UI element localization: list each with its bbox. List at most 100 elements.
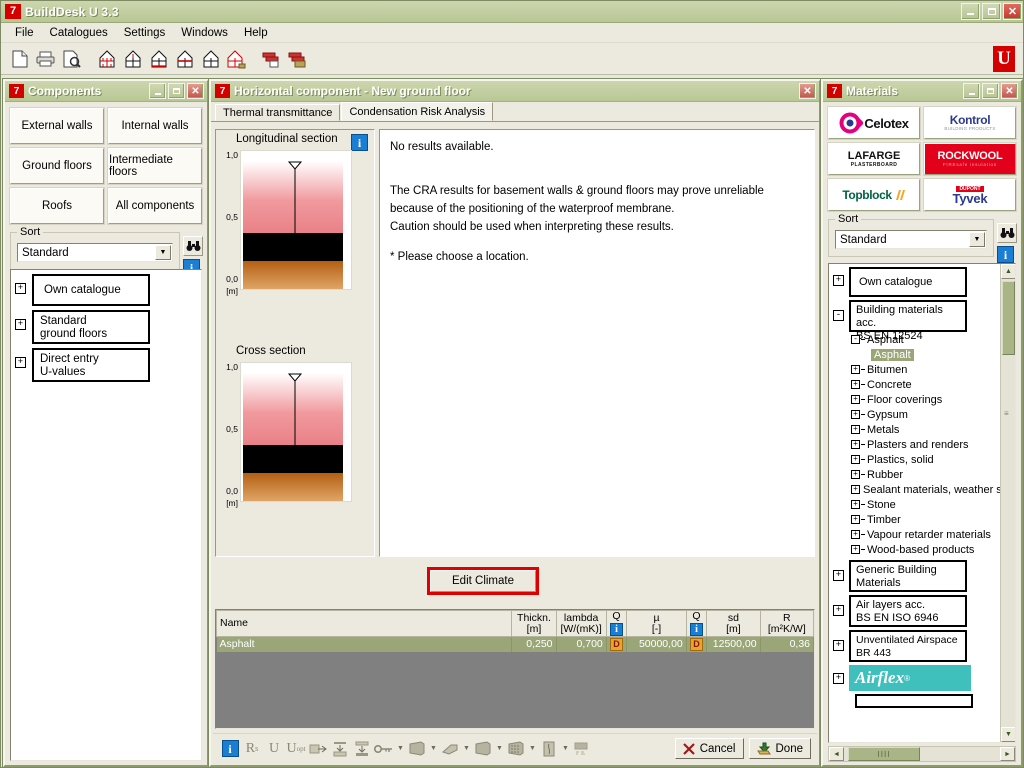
brand-lafarge-button[interactable]: LAFARGE PLASTERBOARD [828, 143, 920, 175]
expander-icon[interactable]: + [851, 425, 860, 434]
longitudinal-section-info-icon[interactable]: i [351, 134, 368, 151]
scroll-left-button[interactable]: ◄ [829, 747, 844, 761]
layer-block-icon[interactable] [472, 738, 494, 760]
ground-floor-icon[interactable] [146, 46, 172, 72]
col-r[interactable]: R [m²K/W] [759, 610, 814, 637]
cancel-button[interactable]: Cancel [674, 738, 744, 759]
components-close-button[interactable]: ✕ [187, 83, 204, 99]
expander-icon[interactable]: + [833, 605, 844, 616]
col-name[interactable]: Name [216, 610, 513, 637]
col-lambda[interactable]: lambda [W/(mK)] [555, 610, 607, 637]
expander-icon[interactable]: + [851, 530, 860, 539]
material-tree-item-own-catalogue[interactable]: + Own catalogue [829, 264, 1000, 297]
col-q1[interactable]: Q i [605, 610, 628, 637]
chevron-down-icon[interactable]: ▼ [969, 232, 985, 247]
intermediate-floors-button[interactable]: Intermediate floors [108, 148, 202, 184]
material-tree-item-air-layers[interactable]: + Air layers acc. BS EN ISO 6946 [829, 592, 1000, 627]
col-sd[interactable]: sd [m] [706, 610, 761, 637]
tree-item-own-catalogue[interactable]: + Own catalogue [11, 270, 201, 306]
key-icon[interactable] [373, 738, 395, 760]
uopt-icon[interactable]: Uopt [285, 738, 307, 760]
print-preview-icon[interactable] [59, 46, 85, 72]
materials-horizontal-scrollbar[interactable]: ◄ IIII ► [828, 746, 1016, 762]
components-maximize-button[interactable] [168, 83, 185, 99]
menu-item-windows[interactable]: Windows [173, 25, 236, 41]
materials-close-button[interactable]: ✕ [1001, 83, 1018, 99]
layer-perforated-icon[interactable] [505, 738, 527, 760]
expander-icon[interactable]: + [15, 319, 26, 330]
materials-tree[interactable]: + Own catalogue - Building materials acc… [828, 263, 1016, 743]
brand-topblock-button[interactable]: Topblock [828, 179, 920, 211]
internal-wall-icon[interactable] [120, 46, 146, 72]
layer-column-dropdown-icon[interactable]: ▼ [560, 738, 571, 760]
collapser-icon[interactable]: - [833, 310, 844, 321]
info-icon[interactable]: i [219, 738, 241, 760]
expander-icon[interactable]: + [851, 365, 860, 374]
materials-open-icon[interactable] [285, 46, 311, 72]
material-node-wood-based-products[interactable]: + Wood-based products [829, 542, 1000, 557]
internal-walls-button[interactable]: Internal walls [108, 108, 202, 144]
expander-icon[interactable]: + [851, 440, 860, 449]
materials-vertical-scrollbar[interactable]: ▲ ≡ ▼ [1000, 264, 1015, 742]
expander-icon[interactable]: + [833, 275, 844, 286]
components-sort-select[interactable]: Standard ▼ [17, 243, 173, 262]
expander-icon[interactable]: + [851, 380, 860, 389]
layer-wedge-dropdown-icon[interactable]: ▼ [461, 738, 472, 760]
hcomp-close-button[interactable]: ✕ [799, 83, 816, 99]
expander-icon[interactable]: + [851, 395, 860, 404]
material-node-sealant-materials[interactable]: + Sealant materials, weather str [829, 482, 1000, 497]
scroll-right-button[interactable]: ► [1000, 747, 1015, 761]
key-dropdown-icon[interactable]: ▼ [395, 738, 406, 760]
expander-icon[interactable]: + [851, 455, 860, 464]
material-node-bitumen[interactable]: + Bitumen [829, 362, 1000, 377]
material-node-floor-coverings[interactable]: + Floor coverings [829, 392, 1000, 407]
menu-item-file[interactable]: File [7, 25, 42, 41]
material-tree-item-bs-en-12524[interactable]: - Building materials acc. BS EN 12524 [829, 297, 1000, 342]
material-tree-item-unventilated-airspace[interactable]: + Unventilated Airspace BR 443 [829, 627, 1000, 662]
layer-solid-dropdown-icon[interactable]: ▼ [428, 738, 439, 760]
all-components-button[interactable]: All components [108, 188, 202, 224]
materials-maximize-button[interactable] [982, 83, 999, 99]
external-wall-icon[interactable] [94, 46, 120, 72]
expander-icon[interactable]: + [833, 673, 844, 684]
material-node-plasters-and-renders[interactable]: + Plasters and renders [829, 437, 1000, 452]
material-node-rubber[interactable]: + Rubber [829, 467, 1000, 482]
col-mu[interactable]: µ [-] [626, 610, 687, 637]
material-node-stone[interactable]: + Stone [829, 497, 1000, 512]
tab-condensation-risk-analysis[interactable]: Condensation Risk Analysis [341, 102, 494, 121]
layers-grid[interactable]: Name Thickn. [m] lambda [W/(mK)] Q i µ [… [215, 609, 815, 729]
layer-column-icon[interactable] [538, 738, 560, 760]
external-walls-button[interactable]: External walls [10, 108, 104, 144]
materials-sort-select[interactable]: Standard ▼ [835, 230, 987, 249]
material-node-gypsum[interactable]: + Gypsum [829, 407, 1000, 422]
col-q2[interactable]: Q i [685, 610, 708, 637]
material-node-vapour-retarder-materials[interactable]: + Vapour retarder materials [829, 527, 1000, 542]
layer-solid-icon[interactable] [406, 738, 428, 760]
all-components-icon[interactable] [224, 46, 250, 72]
brand-kontrol-button[interactable]: Kontrol BUILDING PRODUCTS [924, 107, 1016, 139]
materials-icon[interactable] [259, 46, 285, 72]
arrow-into-layer-icon[interactable] [307, 738, 329, 760]
components-tree[interactable]: + Own catalogue + Standard ground floors… [10, 269, 202, 761]
menu-item-catalogues[interactable]: Catalogues [42, 25, 116, 41]
insert-layer-below-icon[interactable] [351, 738, 373, 760]
expander-icon[interactable]: + [15, 357, 26, 368]
materials-info-icon[interactable]: i [997, 246, 1014, 263]
col-q1-info-icon[interactable]: i [610, 623, 624, 636]
scroll-thumb-horizontal[interactable]: IIII [848, 747, 920, 761]
binoculars-icon[interactable] [997, 223, 1017, 243]
chevron-down-icon[interactable]: ▼ [155, 245, 171, 260]
material-tree-item-partial[interactable] [829, 691, 1000, 708]
print-icon[interactable] [33, 46, 59, 72]
material-node-timber[interactable]: + Timber [829, 512, 1000, 527]
components-minimize-button[interactable] [149, 83, 166, 99]
close-button[interactable]: ✕ [1003, 3, 1022, 20]
expander-icon[interactable]: + [833, 640, 844, 651]
table-row[interactable]: Asphalt 0,250 0,700 D 50000,00 D 12500,0… [216, 636, 814, 652]
scroll-up-button[interactable]: ▲ [1001, 264, 1015, 279]
expander-icon[interactable]: + [851, 410, 860, 419]
u-icon[interactable]: U [263, 738, 285, 760]
expander-icon[interactable]: + [851, 470, 860, 479]
minimize-button[interactable] [961, 3, 980, 20]
brand-celotex-button[interactable]: Celotex [828, 107, 920, 139]
